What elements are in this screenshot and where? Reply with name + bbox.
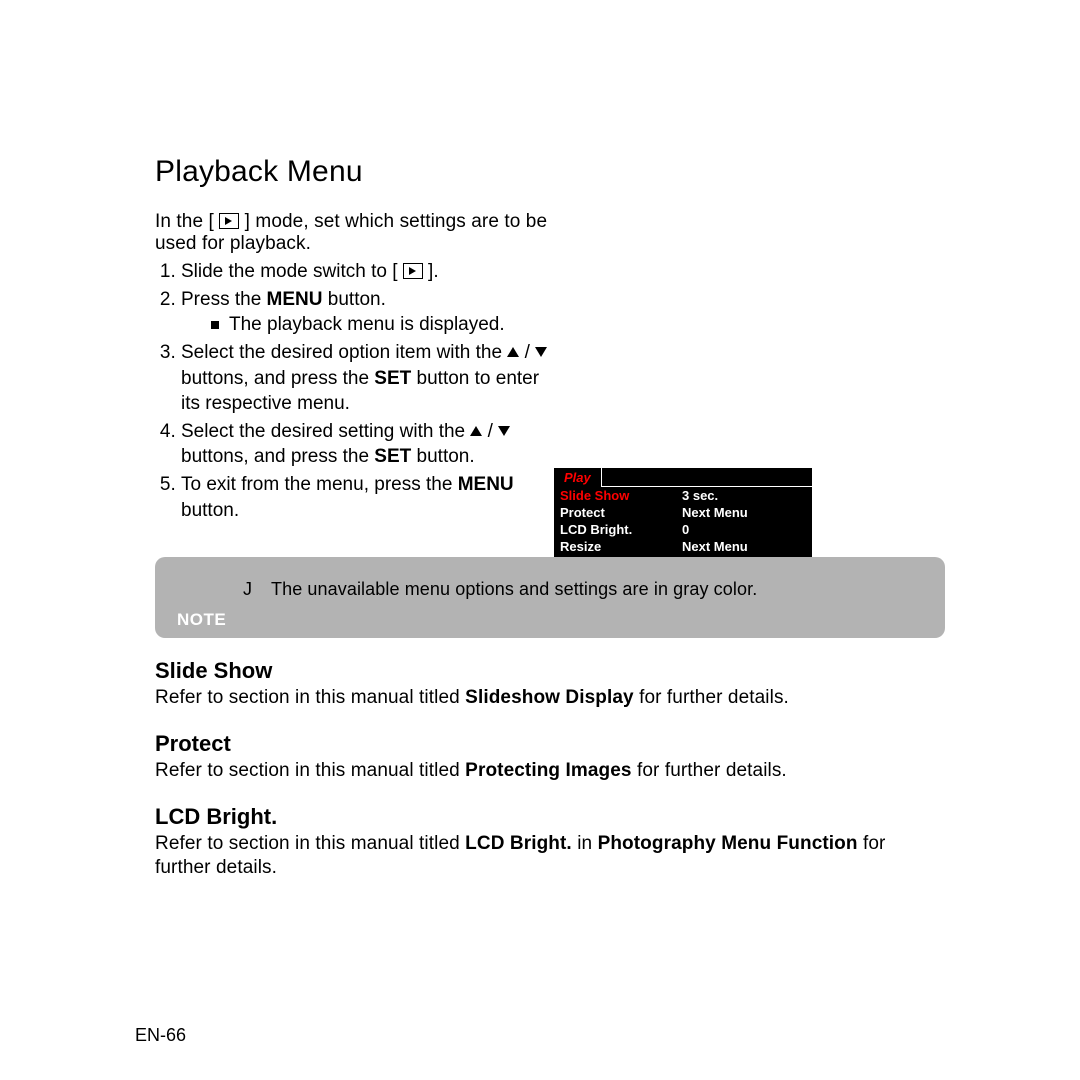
section-text: Refer to section in this manual titled L… [155,832,945,881]
step-3: Select the desired option item with the … [181,340,555,417]
lcd-row: Slide Show3 sec. [560,487,806,504]
step-4: Select the desired setting with the / bu… [181,419,555,470]
note-bullet: J [243,579,271,600]
lcd-row: ResizeNext Menu [560,538,806,555]
lcd-tab: Play [553,467,602,487]
down-triangle-icon [535,347,547,357]
note-callout: JThe unavailable menu options and settin… [155,557,945,638]
play-icon [219,213,239,229]
section-text: Refer to section in this manual titled P… [155,759,945,784]
play-icon [403,263,423,279]
square-bullet-icon [211,321,219,329]
step-2-sub: The playback menu is displayed. [211,312,555,338]
section-text: Refer to section in this manual titled S… [155,686,945,711]
down-triangle-icon [498,426,510,436]
section-heading: Protect [155,731,945,757]
page-number: EN-66 [135,1025,186,1046]
steps-list: Slide the mode switch to [ ]. Press the … [155,259,555,523]
up-triangle-icon [470,426,482,436]
intro-text: In the [ ] mode, set which settings are … [155,211,555,255]
note-label: NOTE [177,610,927,630]
section-heading: LCD Bright. [155,804,945,830]
section-heading: Slide Show [155,658,945,684]
step-1: Slide the mode switch to [ ]. [181,259,555,285]
lcd-row: LCD Bright.0 [560,521,806,538]
up-triangle-icon [507,347,519,357]
page-title: Playback Menu [155,155,945,189]
lcd-row: ProtectNext Menu [560,504,806,521]
step-5: To exit from the menu, press the MENU bu… [181,472,555,523]
step-2: Press the MENU button. The playback menu… [181,287,555,338]
